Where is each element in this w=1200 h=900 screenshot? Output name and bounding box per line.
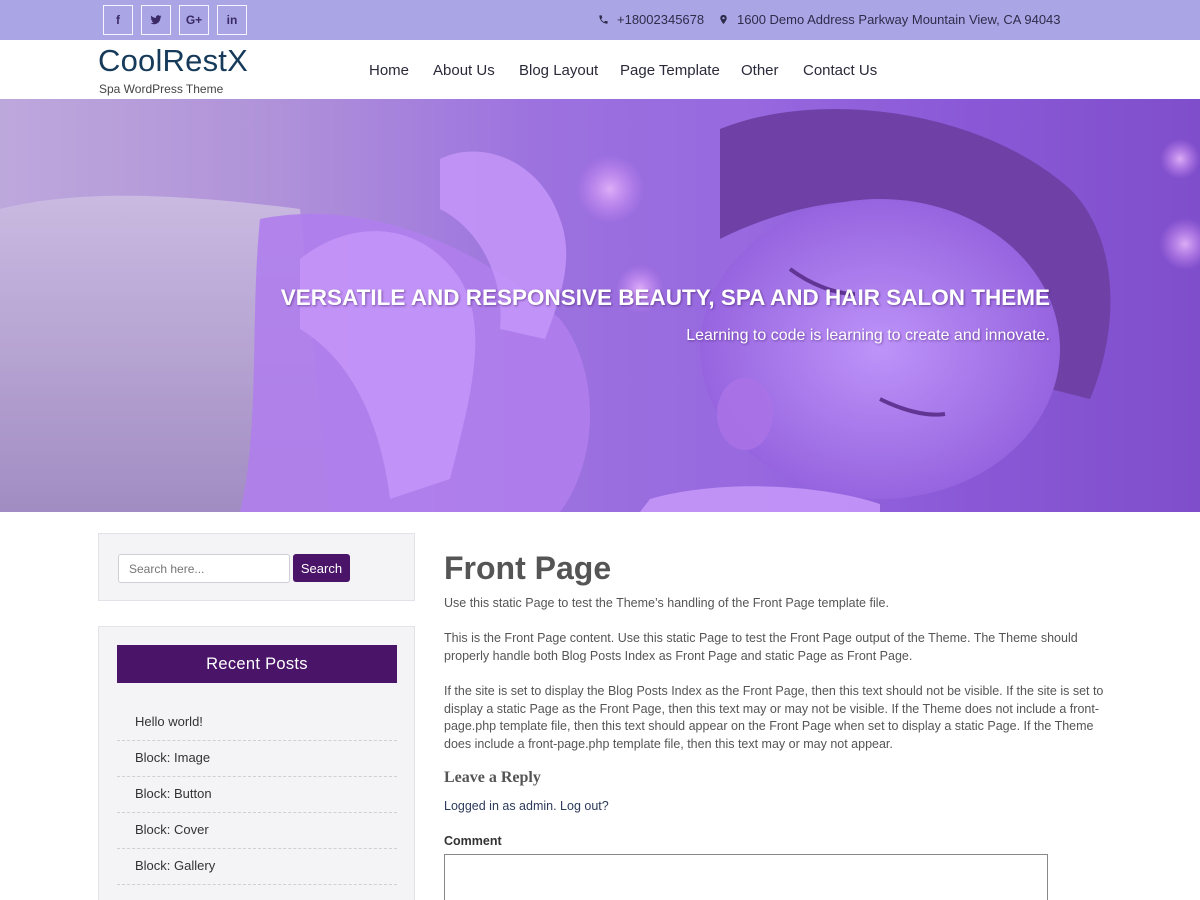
phone-number: +18002345678 [617, 12, 705, 27]
nav-item-page-template[interactable]: Page Template [620, 62, 720, 79]
search-widget: Search [98, 533, 415, 601]
content-paragraph: This is the Front Page content. Use this… [444, 631, 1078, 663]
google-plus-glyph: G+ [185, 13, 203, 27]
nav-item-blog-layout[interactable]: Blog Layout [519, 62, 598, 79]
nav-item-contact-us[interactable]: Contact Us [803, 62, 877, 79]
nav-item-other[interactable]: Other [741, 62, 779, 79]
twitter-bird-icon [150, 15, 162, 25]
hero-subtitle: Learning to code is learning to create a… [686, 327, 1050, 344]
facebook-icon[interactable]: f [103, 5, 133, 35]
content-paragraph: Use this static Page to test the Theme’s… [444, 596, 889, 610]
facebook-glyph: f [116, 13, 120, 27]
page-title: Front Page [444, 550, 612, 586]
comment-textarea[interactable] [444, 854, 1048, 900]
site-title[interactable]: CoolRestX [98, 43, 248, 79]
top-bar: f G+ in +18002345678 1600 Demo Address P… [0, 0, 1200, 40]
comment-label: Comment [444, 834, 502, 848]
recent-post-item[interactable]: Hello world! [117, 705, 397, 741]
leave-reply-heading: Leave a Reply [444, 769, 541, 786]
linkedin-glyph: in [226, 13, 238, 27]
nav-item-about-us[interactable]: About Us [433, 62, 495, 79]
phone-icon [599, 15, 608, 24]
recent-post-item[interactable]: Block: Gallery [117, 849, 397, 885]
nav-item-home[interactable]: Home [369, 62, 409, 79]
linkedin-icon[interactable]: in [217, 5, 247, 35]
map-marker-icon [720, 14, 727, 25]
address-text: 1600 Demo Address Parkway Mountain View,… [737, 12, 1061, 27]
site-tagline: Spa WordPress Theme [99, 82, 224, 96]
recent-posts-title: Recent Posts [117, 645, 397, 683]
recent-post-item[interactable]: Block: Button [117, 777, 397, 813]
recent-posts-widget: Recent Posts Hello world! Block: Image B… [98, 626, 415, 900]
search-input[interactable] [118, 554, 290, 583]
contact-phone: +18002345678 [598, 12, 704, 27]
recent-post-item[interactable]: Block: Image [117, 741, 397, 777]
hero-banner: VERSATILE AND RESPONSIVE BEAUTY, SPA AND… [0, 99, 1200, 512]
twitter-icon[interactable] [141, 5, 171, 35]
hero-title: VERSATILE AND RESPONSIVE BEAUTY, SPA AND… [280, 285, 1050, 310]
search-button[interactable]: Search [293, 554, 350, 582]
google-plus-icon[interactable]: G+ [179, 5, 209, 35]
content-paragraph: If the site is set to display the Blog P… [444, 684, 1104, 751]
contact-address: 1600 Demo Address Parkway Mountain View,… [718, 12, 1061, 27]
site-header: CoolRestX Spa WordPress Theme Home About… [0, 40, 1200, 99]
recent-post-item[interactable]: Block: Cover [117, 813, 397, 849]
logged-in-link[interactable]: Logged in as admin. Log out? [444, 799, 609, 813]
